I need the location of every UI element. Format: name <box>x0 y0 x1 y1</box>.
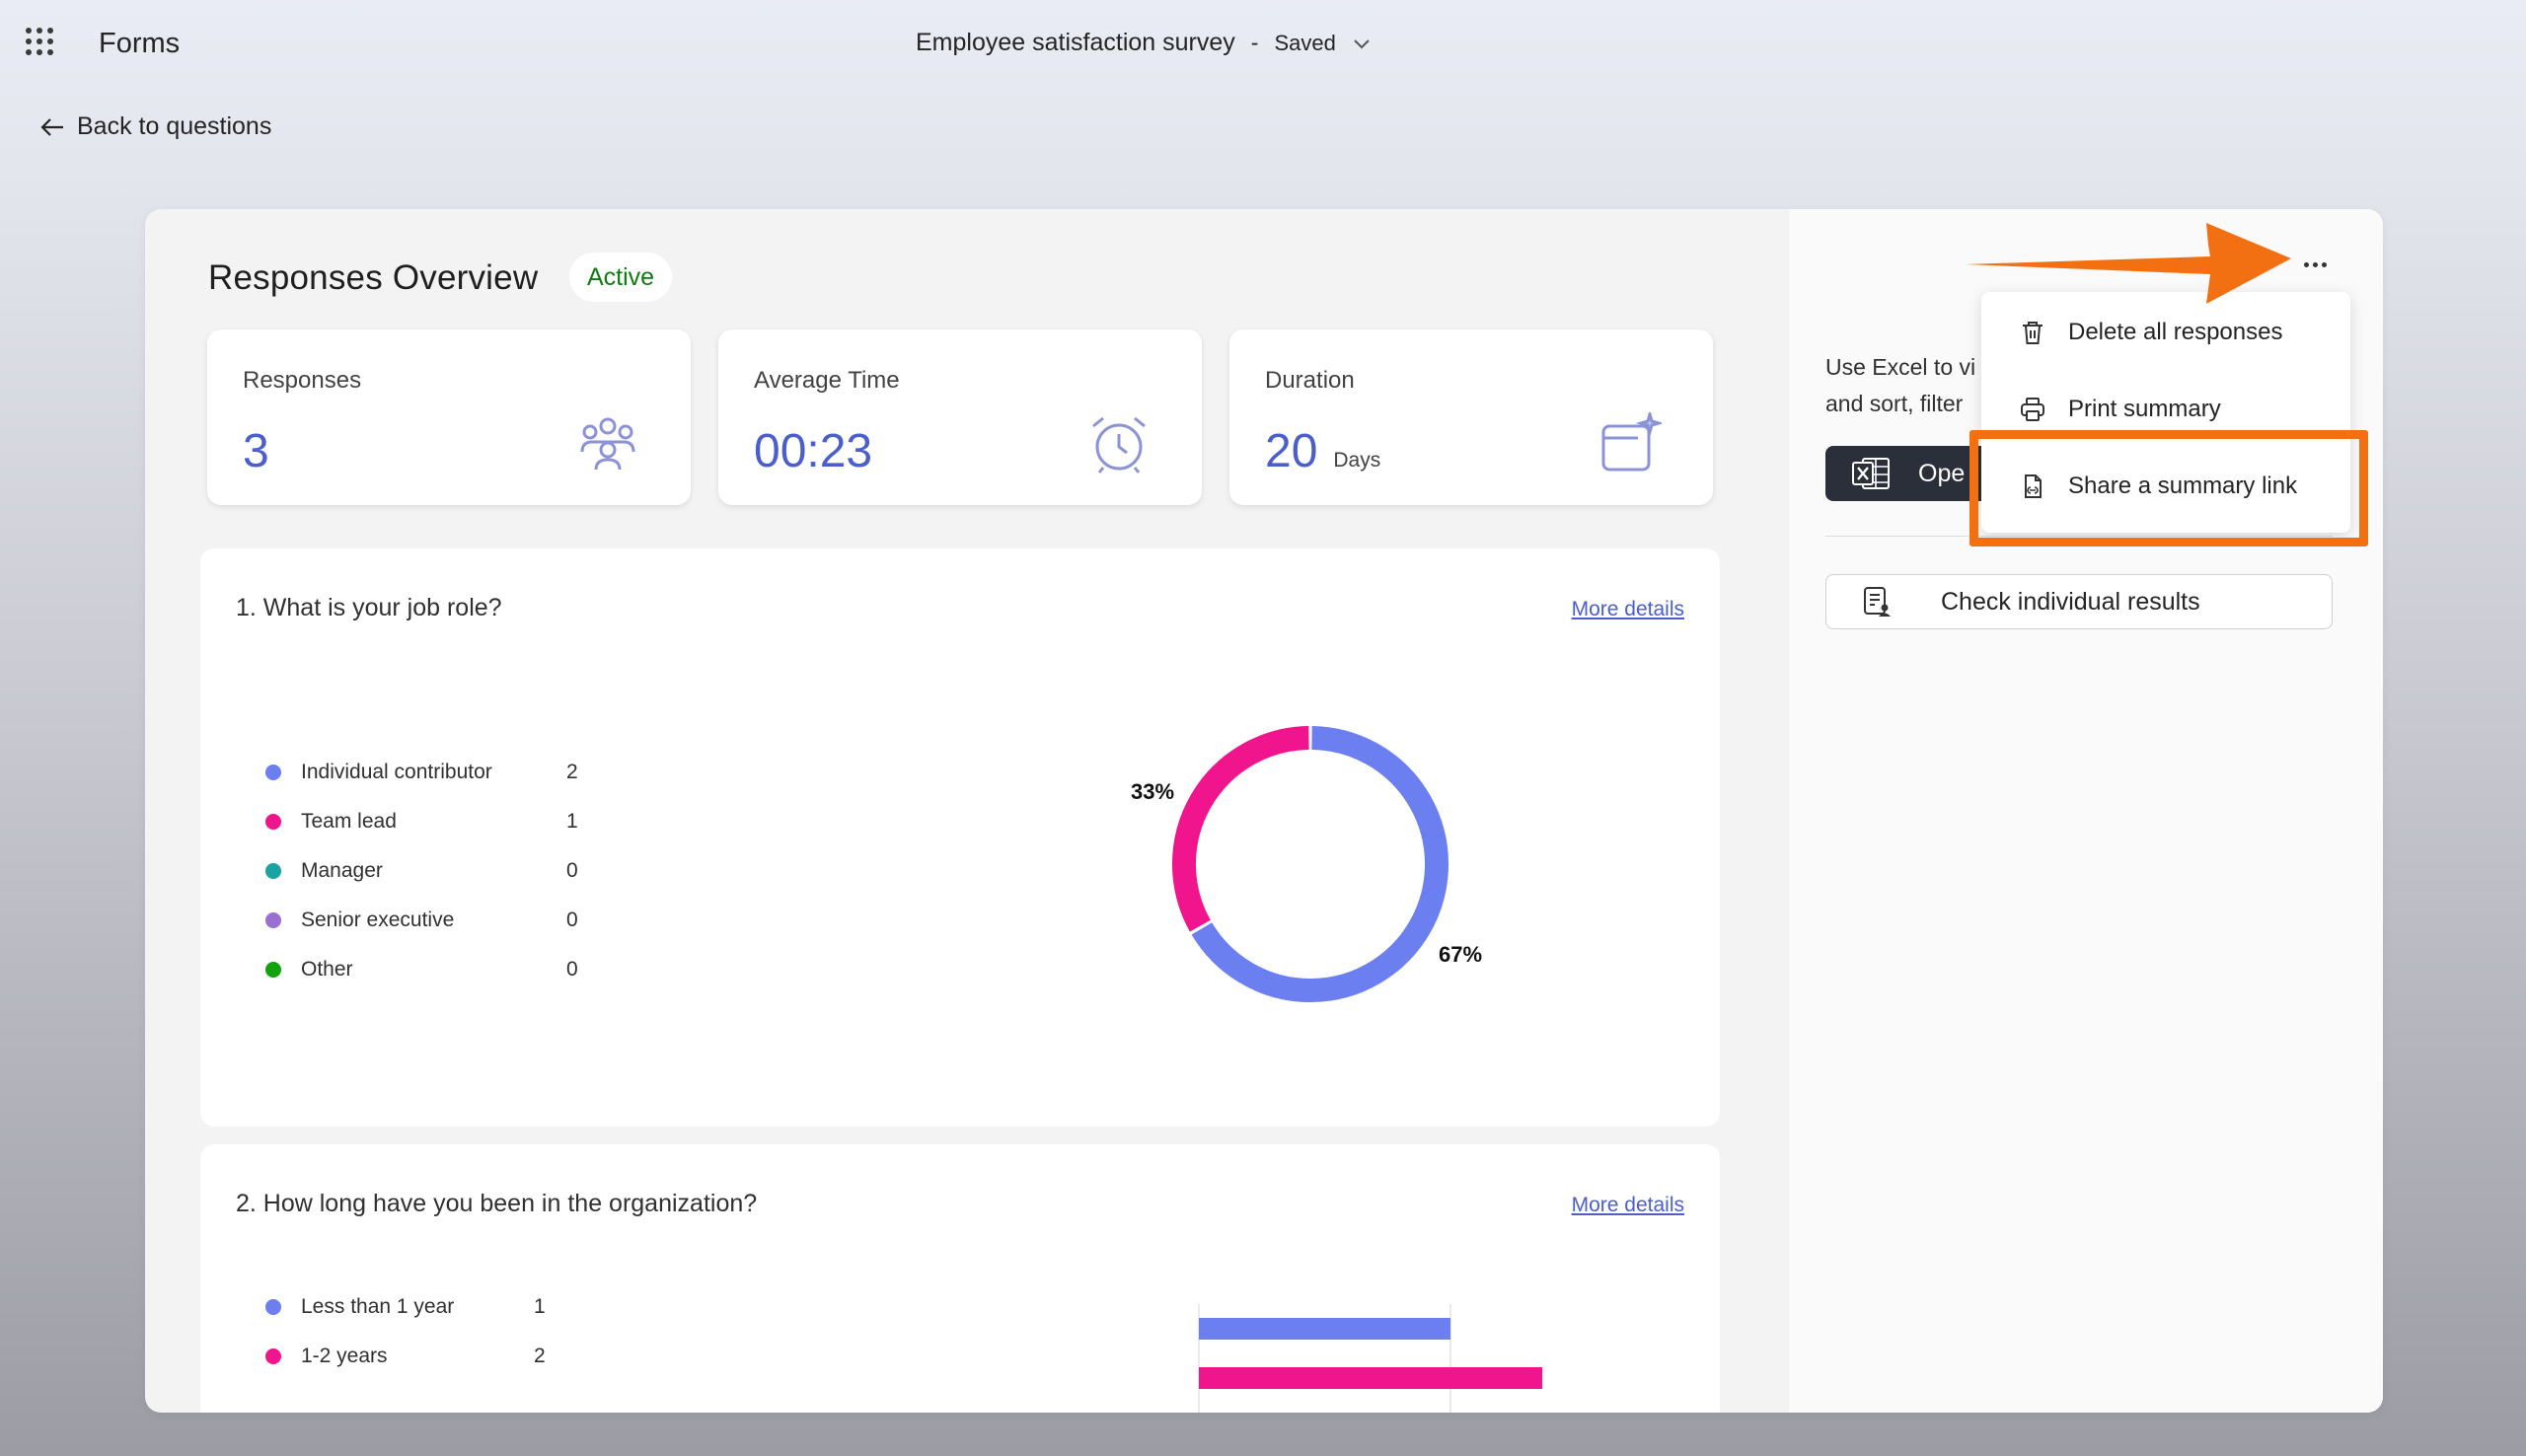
legend-item: Team lead 1 <box>265 797 578 846</box>
stat-value: 3 <box>243 425 269 477</box>
trash-icon <box>2023 322 2043 344</box>
legend-item: Senior executive 0 <box>265 896 578 945</box>
stat-unit: Days <box>1333 449 1381 472</box>
legend-label: Less than 1 year <box>301 1295 455 1318</box>
legend-count: 0 <box>566 909 578 931</box>
check-individual-results-button[interactable]: Check individual results <box>1825 574 2333 629</box>
app-name[interactable]: Forms <box>99 28 180 60</box>
back-to-questions-link[interactable]: Back to questions <box>39 112 271 141</box>
legend-label: Individual contributor <box>301 761 492 783</box>
alarm-clock-icon <box>1092 416 1146 473</box>
annotation-arrow-icon <box>1966 223 2291 304</box>
people-icon <box>580 417 635 471</box>
legend-label: Team lead <box>301 810 397 833</box>
responses-stat-card: Responses 3 <box>207 329 691 505</box>
duration-stat-card: Duration 20 Days <box>1229 329 1713 505</box>
title-separator: - <box>1250 30 1259 55</box>
legend-count: 0 <box>566 958 578 981</box>
legend-dot-icon <box>265 814 281 830</box>
legend-dot-icon <box>265 962 281 978</box>
donut-label-team-lead: 33% <box>1131 779 1174 804</box>
legend-count: 1 <box>566 810 578 833</box>
donut-slice-team-lead <box>1172 726 1309 932</box>
legend-dot-icon <box>265 1348 281 1364</box>
check-results-label: Check individual results <box>1941 587 2200 616</box>
stat-value: 20 Days <box>1265 425 1381 477</box>
legend-dot-icon <box>265 912 281 928</box>
app-launcher-icon[interactable] <box>26 28 55 57</box>
legend-item: Less than 1 year 1 <box>265 1282 546 1332</box>
legend-count: 2 <box>566 761 578 783</box>
legend-label: Manager <box>301 859 383 882</box>
average-time-stat-card: Average Time 00:23 <box>718 329 1202 505</box>
donut-chart: 33% 67% <box>1131 726 1482 1002</box>
annotation-highlight-box <box>1969 430 2368 546</box>
stat-value: 00:23 <box>754 425 873 477</box>
legend-label: 1-2 years <box>301 1345 388 1367</box>
legend-dot-icon <box>265 764 281 780</box>
document-title-bar[interactable]: Employee satisfaction survey - Saved <box>916 29 1372 57</box>
excel-description: Use Excel to vi and sort, filter <box>1825 354 1976 416</box>
excel-icon <box>1852 458 1890 489</box>
arrow-left-icon <box>40 117 63 136</box>
menu-item-label: Delete all responses <box>2068 319 2283 345</box>
legend-count: 0 <box>566 859 578 882</box>
calendar-sparkle-icon <box>1601 412 1662 472</box>
chart-legend: Less than 1 year 1 1-2 years 2 <box>265 1282 546 1381</box>
chart-legend: Individual contributor 2 Team lead 1 Manager… <box>265 748 578 994</box>
document-person-icon <box>1864 587 1891 617</box>
bar-1-2-years <box>1199 1367 1542 1389</box>
donut-label-individual-contributor: 67% <box>1439 942 1482 967</box>
legend-item: Individual contributor 2 <box>265 748 578 797</box>
bar-less-than-1-year <box>1199 1318 1450 1340</box>
legend-item: Other 0 <box>265 945 578 994</box>
question-card-2: 2. How long have you been in the organiz… <box>200 1144 1720 1413</box>
question-title: 1. What is your job role? <box>236 594 502 621</box>
open-excel-label: Ope <box>1918 459 1966 487</box>
chevron-down-icon[interactable] <box>1352 36 1372 50</box>
stat-label: Responses <box>243 367 362 394</box>
more-details-link[interactable]: More details <box>1572 598 1684 621</box>
save-status: Saved <box>1274 30 1336 55</box>
page-title: Responses Overview <box>208 258 539 297</box>
menu-item-label: Print summary <box>2068 396 2221 422</box>
document-title: Employee satisfaction survey <box>916 29 1235 56</box>
more-details-link[interactable]: More details <box>1572 1194 1684 1217</box>
bar-chart <box>1198 1304 1542 1413</box>
legend-label: Senior executive <box>301 909 455 931</box>
open-in-excel-button[interactable]: Ope <box>1825 446 1993 501</box>
legend-label: Other <box>301 958 353 981</box>
question-title: 2. How long have you been in the organiz… <box>236 1190 758 1217</box>
printer-icon <box>2021 398 2044 421</box>
legend-dot-icon <box>265 1299 281 1315</box>
legend-item: 1-2 years 2 <box>265 1332 546 1381</box>
legend-count: 1 <box>534 1295 546 1318</box>
legend-dot-icon <box>265 863 281 879</box>
legend-count: 2 <box>534 1345 546 1367</box>
status-badge: Active <box>569 253 673 302</box>
legend-item: Manager 0 <box>265 846 578 896</box>
back-link-label: Back to questions <box>77 112 272 140</box>
question-card-1: 1. What is your job role? More details I… <box>200 548 1720 1127</box>
stat-label: Average Time <box>754 367 900 394</box>
stat-label: Duration <box>1265 367 1355 394</box>
